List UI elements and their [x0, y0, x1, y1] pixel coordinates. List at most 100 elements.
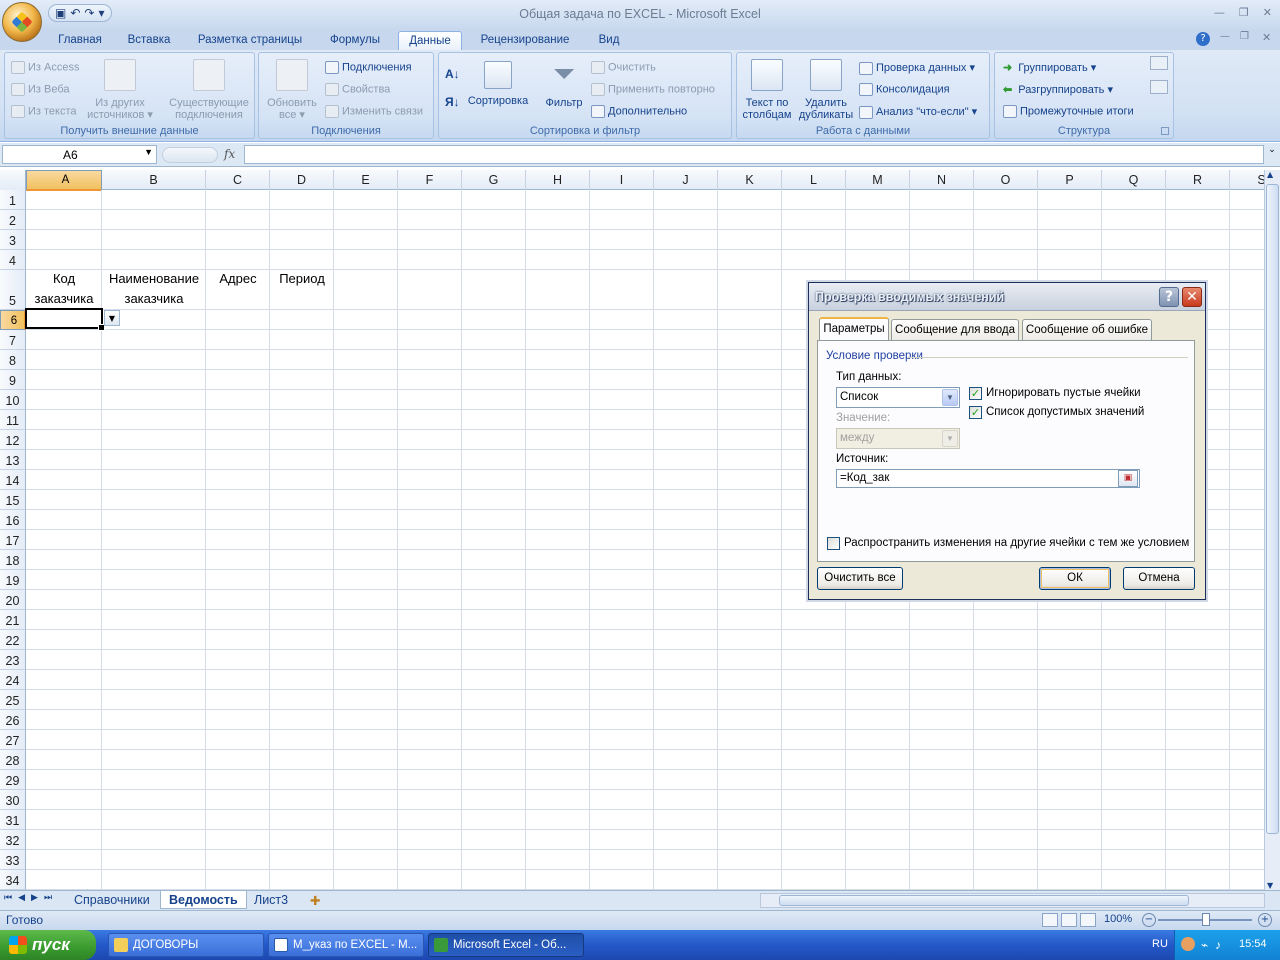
dialog-close-icon[interactable]: ✕ — [1182, 287, 1202, 307]
column-header[interactable]: B — [102, 170, 206, 190]
row-header[interactable]: 22 — [0, 630, 26, 650]
row-header[interactable]: 6 — [0, 310, 26, 330]
column-header[interactable]: I — [590, 170, 654, 190]
from-access-button[interactable]: Из Access — [11, 61, 79, 74]
column-header[interactable]: H — [526, 170, 590, 190]
insert-function-icon[interactable]: fx — [224, 147, 235, 161]
insert-sheet-icon[interactable]: ✚ — [302, 891, 328, 909]
tab-formulas[interactable]: Формулы — [322, 31, 388, 50]
apply-all-checkbox[interactable] — [827, 537, 840, 550]
collapse-dialog-icon[interactable]: ▣ — [1118, 470, 1138, 487]
vertical-scrollbar[interactable]: ▲ ▼ — [1264, 170, 1280, 890]
source-input[interactable]: =Код_зак — [836, 469, 1140, 488]
column-header[interactable]: R — [1166, 170, 1230, 190]
restore-icon[interactable]: ❐ — [1239, 6, 1249, 19]
volume-icon[interactable]: ♪ — [1215, 938, 1221, 952]
sheet-tab-list3[interactable]: Лист3 — [246, 891, 296, 909]
column-header[interactable]: C — [206, 170, 270, 190]
tab-insert[interactable]: Вставка — [118, 31, 180, 50]
dialog-title-bar[interactable]: Проверка вводимых значений ? ✕ — [809, 283, 1205, 311]
subtotal-button[interactable]: Промежуточные итоги — [1003, 105, 1134, 118]
row-header[interactable]: 12 — [0, 430, 26, 450]
ignore-blank-checkbox[interactable]: ✓ — [969, 387, 982, 400]
office-button[interactable] — [2, 2, 42, 42]
other-sources-button[interactable]: Из других источников ▾ — [81, 59, 159, 121]
row-header[interactable]: 18 — [0, 550, 26, 570]
text-to-columns-button[interactable]: Текст по столбцам — [739, 59, 795, 121]
row-header[interactable]: 3 — [0, 230, 26, 250]
chevron-down-icon[interactable]: ▼ — [144, 147, 153, 157]
sort-za-icon[interactable]: Я↓ — [445, 95, 460, 109]
column-header[interactable]: F — [398, 170, 462, 190]
taskbar-item-excel[interactable]: Microsoft Excel - Об... — [428, 933, 584, 957]
tab-page-layout[interactable]: Разметка страницы — [190, 31, 310, 50]
tab-data[interactable]: Данные — [398, 31, 462, 50]
row-header[interactable]: 29 — [0, 770, 26, 790]
edit-links-button[interactable]: Изменить связи — [325, 105, 423, 118]
properties-button[interactable]: Свойства — [325, 83, 390, 96]
active-cell-a6[interactable] — [25, 308, 105, 331]
row-header[interactable]: 11 — [0, 410, 26, 430]
row-header[interactable]: 5 — [0, 270, 26, 310]
row-header[interactable]: 16 — [0, 510, 26, 530]
row-header[interactable]: 19 — [0, 570, 26, 590]
row-header[interactable]: 14 — [0, 470, 26, 490]
tab-home[interactable]: Главная — [48, 31, 112, 50]
ribbon-restore-icon[interactable]: ❐ — [1240, 31, 1249, 42]
in-cell-dropdown-checkbox[interactable]: ✓ — [969, 406, 982, 419]
cancel-button[interactable]: Отмена — [1123, 567, 1195, 590]
help-icon[interactable]: ? — [1196, 32, 1210, 46]
horizontal-scroll-thumb[interactable] — [779, 895, 1189, 906]
row-header[interactable]: 2 — [0, 210, 26, 230]
formula-input[interactable] — [244, 145, 1264, 164]
clear-all-button[interactable]: Очистить все — [817, 567, 903, 590]
row-header[interactable]: 20 — [0, 590, 26, 610]
allow-select[interactable]: Список ▼ — [836, 387, 960, 408]
page-layout-view-icon[interactable] — [1061, 913, 1077, 927]
row-header[interactable]: 21 — [0, 610, 26, 630]
row-header[interactable]: 27 — [0, 730, 26, 750]
clock[interactable]: 15:54 — [1239, 938, 1267, 950]
remove-duplicates-button[interactable]: Удалить дубликаты — [797, 59, 855, 121]
column-header[interactable]: M — [846, 170, 910, 190]
column-header[interactable]: G — [462, 170, 526, 190]
sheet-nav-icons[interactable]: ⏮◀▶⏭ — [4, 893, 58, 903]
from-text-button[interactable]: Из текста — [11, 105, 77, 118]
data-validation-button[interactable]: Проверка данных ▾ — [859, 61, 975, 75]
reapply-button[interactable]: Применить повторно — [591, 83, 715, 96]
column-header[interactable]: D — [270, 170, 334, 190]
scroll-up-icon[interactable]: ▲ — [1267, 170, 1273, 179]
cell-dropdown-arrow-icon[interactable]: ▼ — [104, 310, 120, 326]
horizontal-scrollbar[interactable] — [760, 893, 1265, 908]
expand-formula-icon[interactable]: ⌄ — [1266, 145, 1278, 164]
ok-button[interactable]: ОК — [1039, 567, 1111, 590]
row-header[interactable]: 13 — [0, 450, 26, 470]
refresh-all-button[interactable]: Обновить все ▾ — [261, 59, 323, 121]
close-window-icon[interactable]: ✕ — [1263, 6, 1272, 19]
advanced-filter-button[interactable]: Дополнительно — [591, 105, 687, 118]
dialog-tab-settings[interactable]: Параметры — [819, 317, 889, 341]
dialog-launcher-icon[interactable] — [1161, 127, 1169, 135]
tray-arrow-icon[interactable] — [1181, 937, 1195, 951]
row-header[interactable]: 31 — [0, 810, 26, 830]
column-header[interactable]: O — [974, 170, 1038, 190]
row-header[interactable]: 10 — [0, 390, 26, 410]
network-icon[interactable]: ⌁ — [1201, 938, 1208, 952]
formula-bar-slider[interactable] — [162, 147, 218, 163]
column-header[interactable]: Q — [1102, 170, 1166, 190]
tab-view[interactable]: Вид — [590, 31, 628, 50]
normal-view-icon[interactable] — [1042, 913, 1058, 927]
ribbon-minimize-icon[interactable]: — — [1220, 31, 1230, 42]
column-header[interactable]: L — [782, 170, 846, 190]
select-all-corner[interactable] — [0, 170, 26, 190]
row-header[interactable]: 25 — [0, 690, 26, 710]
language-indicator[interactable]: RU — [1152, 938, 1168, 950]
column-header[interactable]: J — [654, 170, 718, 190]
row-header[interactable]: 26 — [0, 710, 26, 730]
vertical-scroll-thumb[interactable] — [1266, 184, 1279, 834]
group-button[interactable]: ➜ Группировать ▾ — [1003, 61, 1096, 74]
column-header[interactable]: S — [1230, 170, 1264, 190]
row-header[interactable]: 24 — [0, 670, 26, 690]
existing-connections-button[interactable]: Существующие подключения — [165, 59, 253, 121]
sort-az-icon[interactable]: A↓ — [445, 67, 460, 81]
